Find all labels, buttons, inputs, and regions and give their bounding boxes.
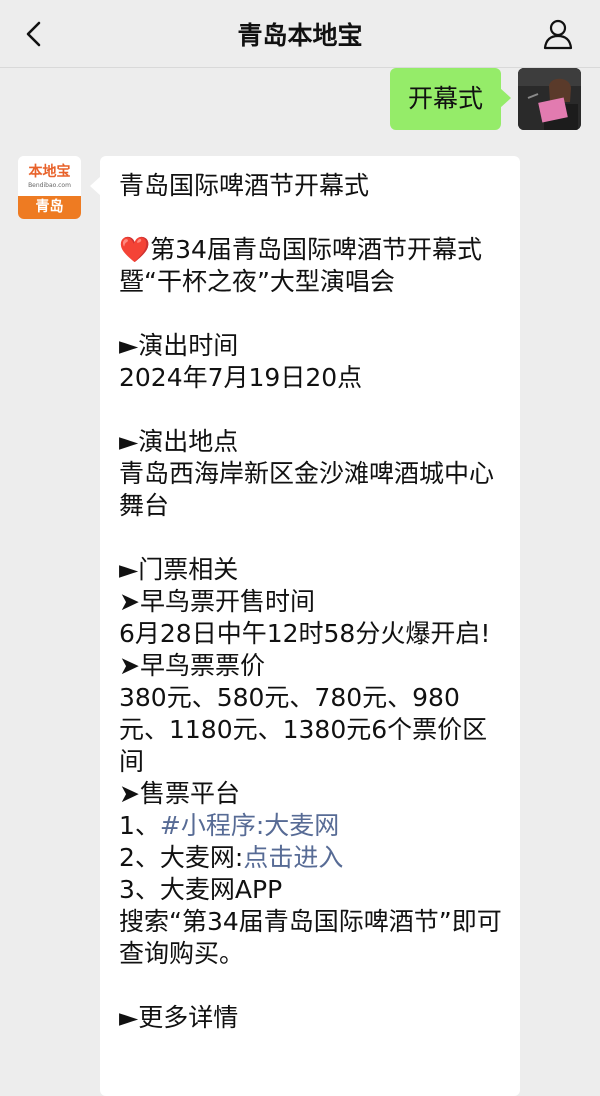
- logo-text: 本地宝: [28, 164, 71, 180]
- early-price-value: 380元、580元、780元、980元、1180元、1380元6个票价区间: [119, 683, 488, 776]
- official-account-avatar[interactable]: 本地宝 Bendibao.com 青岛: [18, 156, 81, 219]
- user-avatar-photo-icon: [518, 68, 581, 130]
- reply-title: 青岛国际啤酒节开幕式: [119, 171, 370, 200]
- early-price-label: ➤早鸟票票价: [119, 651, 265, 680]
- early-sale-value: 6月28日中午12时58分火爆开启!: [119, 619, 491, 648]
- time-label: ►演出时间: [119, 331, 239, 360]
- early-sale-label: ➤早鸟票开售时间: [119, 587, 315, 616]
- top-nav-bar: 青岛本地宝: [0, 0, 600, 68]
- platform-1: 1、#小程序:大麦网: [119, 810, 508, 842]
- sent-message-bubble[interactable]: 开幕式: [389, 68, 512, 130]
- platform-2-prefix: 2、大麦网:: [119, 843, 244, 872]
- platform-3: 3、大麦网APP: [119, 875, 283, 904]
- platform-label: ➤售票平台: [119, 779, 240, 808]
- logo-area: 本地宝 Bendibao.com: [18, 156, 81, 196]
- headline-text: 第34届青岛国际啤酒节开幕式暨“干杯之夜”大型演唱会: [119, 235, 482, 296]
- more-label: ►更多详情: [119, 1003, 239, 1032]
- mini-program-link[interactable]: #小程序:大麦网: [160, 811, 339, 840]
- platform-1-prefix: 1、: [119, 811, 160, 840]
- heart-icon: ❤️: [119, 235, 151, 264]
- person-icon[interactable]: [540, 16, 576, 52]
- ticket-label: ►门票相关: [119, 555, 239, 584]
- click-to-enter-link[interactable]: 点击进入: [243, 843, 343, 872]
- time-value: 2024年7月19日20点: [119, 363, 363, 392]
- sent-message-text: 开幕式: [407, 84, 483, 113]
- user-avatar[interactable]: [518, 68, 581, 130]
- logo-city: 青岛: [18, 196, 81, 219]
- place-value: 青岛西海岸新区金沙滩啤酒城中心舞台: [119, 459, 495, 520]
- logo-subtext: Bendibao.com: [28, 182, 71, 189]
- platform-2: 2、大麦网:点击进入: [119, 842, 508, 874]
- chat-title: 青岛本地宝: [237, 21, 363, 50]
- reply-headline: ❤️第34届青岛国际啤酒节开幕式暨“干杯之夜”大型演唱会: [119, 234, 508, 298]
- place-label: ►演出地点: [119, 427, 239, 456]
- reply-message-bubble: 青岛国际啤酒节开幕式 ❤️第34届青岛国际啤酒节开幕式暨“干杯之夜”大型演唱会 …: [90, 156, 520, 1096]
- search-hint: 搜索“第34届青岛国际啤酒节”即可查询购买。: [119, 907, 502, 968]
